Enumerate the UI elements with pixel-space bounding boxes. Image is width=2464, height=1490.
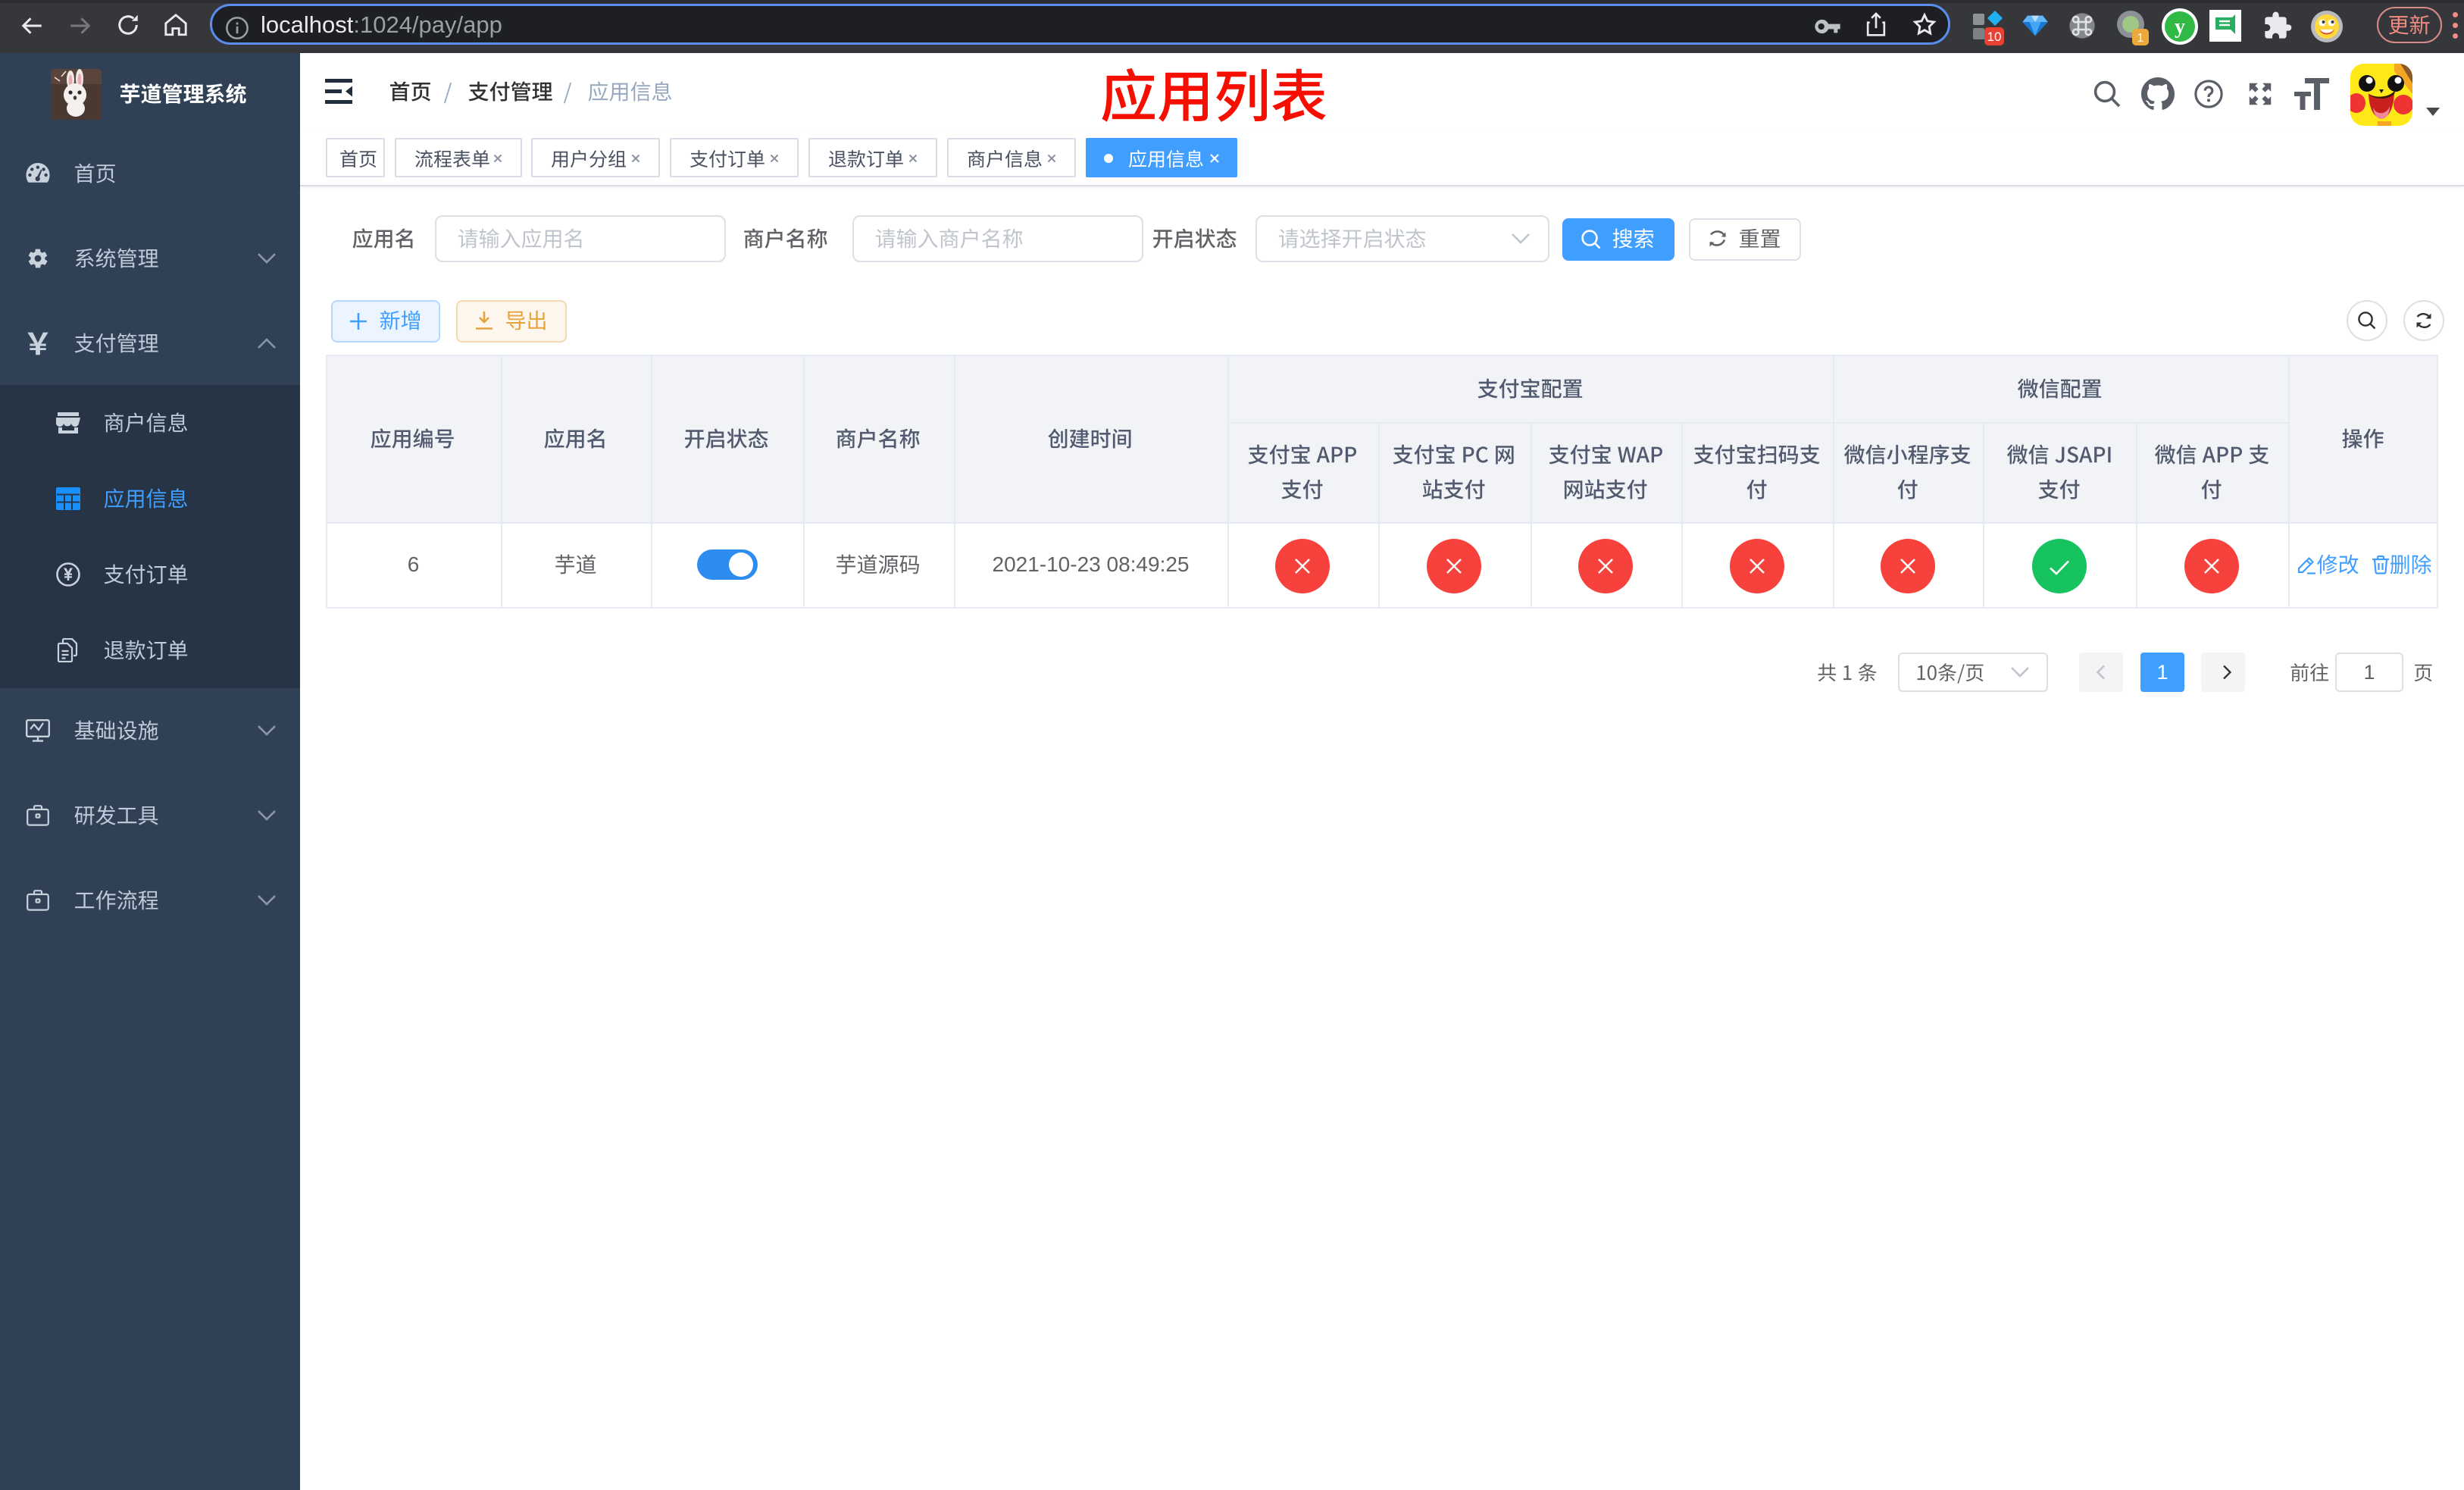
- svg-text:y: y: [2175, 15, 2185, 39]
- svg-text:1: 1: [2137, 32, 2144, 45]
- svg-text:10: 10: [1987, 30, 2002, 44]
